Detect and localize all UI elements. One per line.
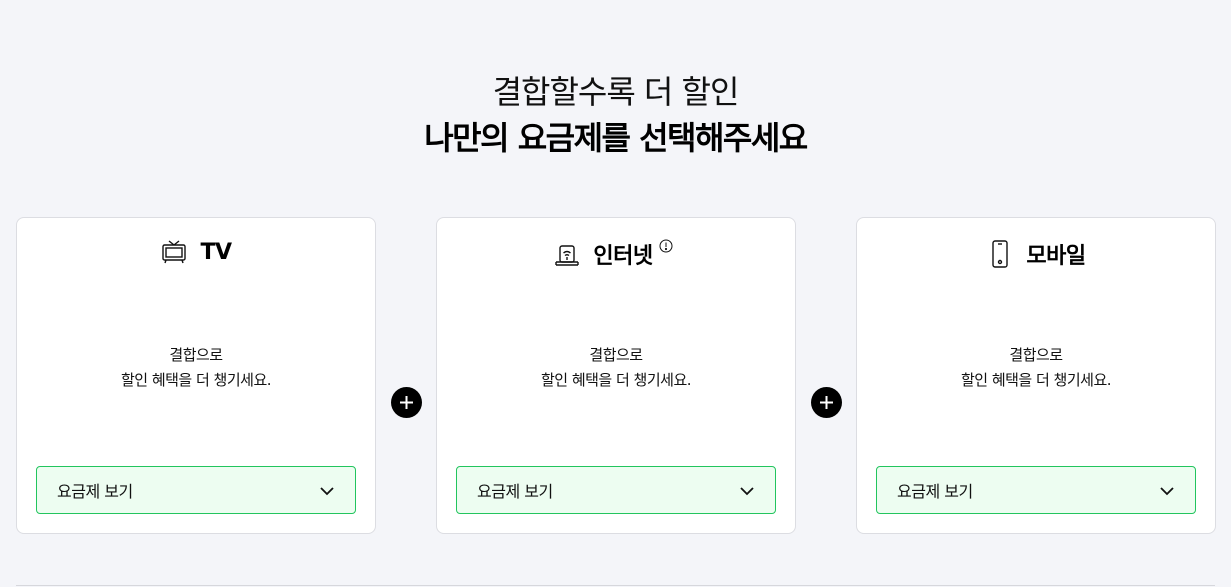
button-label: 요금제 보기 bbox=[477, 482, 553, 501]
plan-card-mobile: 모바일 결합으로 할인 혜택을 더 챙기세요. 요금제 보기 bbox=[856, 217, 1216, 534]
page-heading: 결합할수록 더 할인 나만의 요금제를 선택해주세요 bbox=[0, 70, 1231, 160]
page-subtitle: 결합할수록 더 할인 bbox=[492, 73, 740, 111]
desc-line: 결합으로 bbox=[589, 346, 643, 364]
router-icon bbox=[553, 240, 581, 268]
info-icon[interactable] bbox=[659, 238, 673, 253]
card-header: 인터넷 bbox=[437, 238, 795, 270]
desc-line: 결합으로 bbox=[169, 346, 223, 364]
chevron-down-icon bbox=[739, 481, 755, 500]
mobile-icon bbox=[986, 240, 1014, 268]
chevron-down-icon bbox=[319, 481, 335, 500]
card-description: 결합으로 할인 혜택을 더 챙기세요. bbox=[17, 343, 375, 393]
plus-icon bbox=[811, 387, 842, 418]
card-description: 결합으로 할인 혜택을 더 챙기세요. bbox=[437, 343, 795, 393]
plus-icon bbox=[391, 387, 422, 418]
card-header: TV bbox=[17, 238, 375, 266]
card-title: TV bbox=[200, 239, 232, 265]
page-title: 나만의 요금제를 선택해주세요 bbox=[424, 119, 808, 157]
desc-line: 할인 혜택을 더 챙기세요. bbox=[540, 371, 692, 389]
view-plans-button[interactable]: 요금제 보기 bbox=[36, 466, 356, 514]
plan-card-tv: TV 결합으로 할인 혜택을 더 챙기세요. 요금제 보기 bbox=[16, 217, 376, 534]
view-plans-button[interactable]: 요금제 보기 bbox=[876, 466, 1196, 514]
plan-card-internet: 인터넷 결합으로 할인 혜택을 더 챙기세요. 요금제 보기 bbox=[436, 217, 796, 534]
section-divider bbox=[16, 585, 1215, 586]
button-label: 요금제 보기 bbox=[57, 482, 133, 501]
desc-line: 할인 혜택을 더 챙기세요. bbox=[960, 371, 1112, 389]
desc-line: 할인 혜택을 더 챙기세요. bbox=[120, 371, 272, 389]
desc-line: 결합으로 bbox=[1009, 346, 1063, 364]
card-description: 결합으로 할인 혜택을 더 챙기세요. bbox=[857, 343, 1215, 393]
chevron-down-icon bbox=[1159, 481, 1175, 500]
card-title: 인터넷 bbox=[593, 244, 653, 269]
view-plans-button[interactable]: 요금제 보기 bbox=[456, 466, 776, 514]
tv-icon bbox=[160, 238, 188, 266]
card-header: 모바일 bbox=[857, 238, 1215, 270]
card-title: 모바일 bbox=[1026, 244, 1086, 269]
button-label: 요금제 보기 bbox=[897, 482, 973, 501]
